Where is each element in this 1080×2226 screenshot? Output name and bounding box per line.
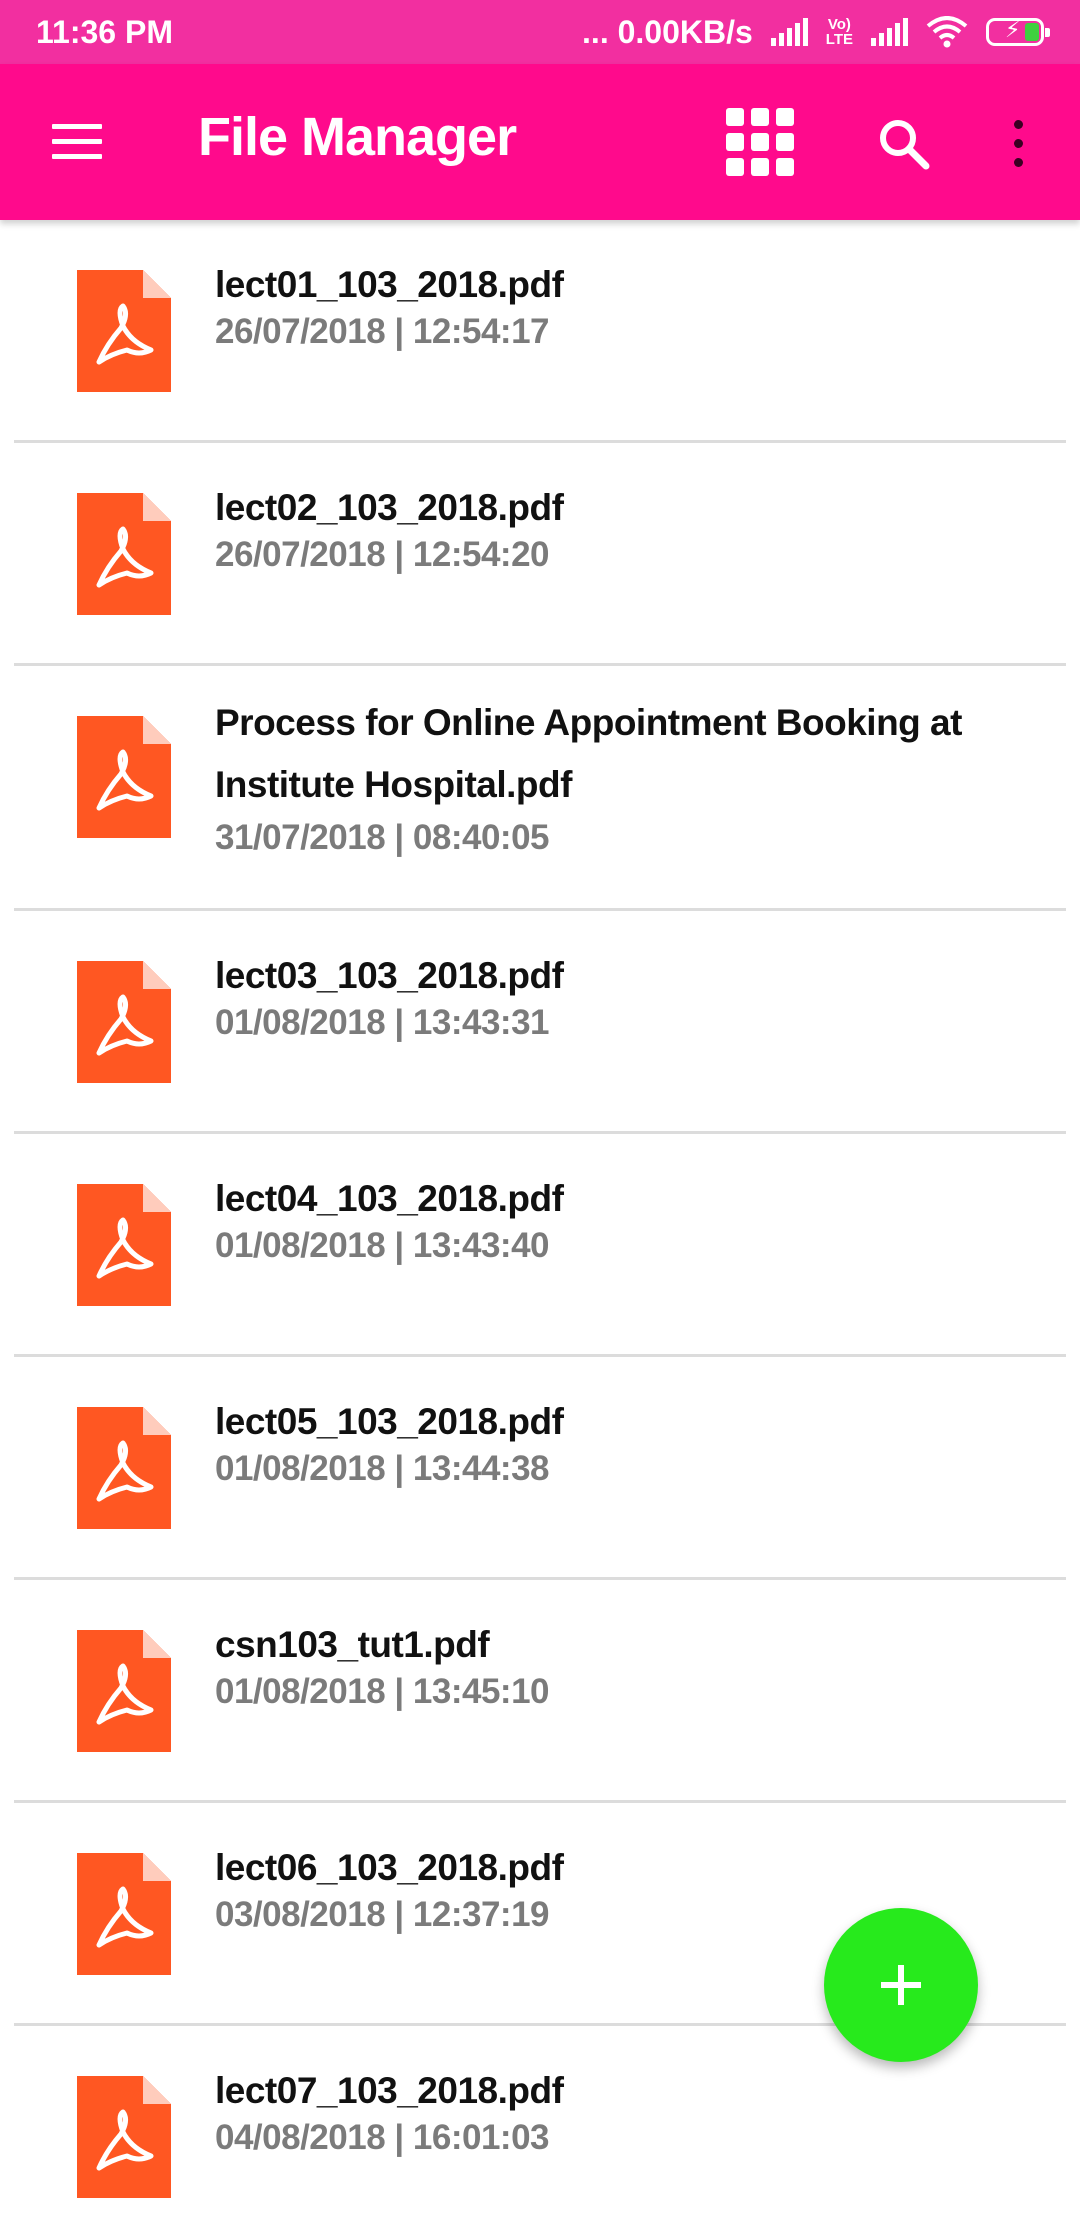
signal-icon-2 [871, 18, 908, 46]
app-bar: File Manager [0, 64, 1080, 220]
status-time: 11:36 PM [36, 13, 173, 50]
file-date: 26/07/2018 | 12:54:17 [215, 312, 550, 351]
grid-view-icon[interactable] [726, 108, 794, 176]
file-name: csn103_tut1.pdf [215, 1624, 490, 1665]
battery-icon: ⚡ [986, 17, 1050, 46]
file-date: 01/08/2018 | 13:43:40 [215, 1226, 550, 1265]
volte-icon: Vo) LTE [825, 16, 853, 48]
search-icon[interactable] [876, 116, 932, 172]
file-item[interactable]: lect02_103_2018.pdf 26/07/2018 | 12:54:2… [14, 443, 1066, 666]
add-button[interactable] [824, 1908, 978, 2062]
file-date: 04/08/2018 | 16:01:03 [215, 2118, 550, 2157]
file-date: 31/07/2018 | 08:40:05 [215, 818, 550, 857]
pdf-file-icon [77, 961, 171, 1083]
pdf-file-icon [77, 270, 171, 392]
status-indicators: ... 0.00KB/s Vo) LTE ⚡ [582, 13, 1050, 51]
file-item[interactable]: csn103_tut1.pdf 01/08/2018 | 13:45:10 [14, 1580, 1066, 1803]
more-vert-icon[interactable] [1010, 120, 1026, 170]
file-name: lect07_103_2018.pdf [215, 2070, 564, 2111]
file-item[interactable]: lect05_103_2018.pdf 01/08/2018 | 13:44:3… [14, 1357, 1066, 1580]
pdf-file-icon [77, 493, 171, 615]
app-title: File Manager [198, 107, 517, 167]
file-name: Process for Online Appointment Booking a… [215, 702, 962, 805]
file-item[interactable]: Process for Online Appointment Booking a… [14, 666, 1066, 911]
menu-icon[interactable] [52, 124, 102, 160]
file-name: lect04_103_2018.pdf [215, 1178, 564, 1219]
file-name: lect05_103_2018.pdf [215, 1401, 564, 1442]
signal-icon [770, 18, 808, 46]
pdf-file-icon [77, 2076, 171, 2198]
file-item[interactable]: lect04_103_2018.pdf 01/08/2018 | 13:43:4… [14, 1134, 1066, 1357]
status-bar: 11:36 PM ... 0.00KB/s Vo) LTE ⚡ [0, 0, 1080, 64]
file-name: lect01_103_2018.pdf [215, 264, 564, 305]
network-speed: ... 0.00KB/s [582, 13, 753, 50]
file-date: 26/07/2018 | 12:54:20 [215, 535, 550, 574]
wifi-icon [926, 16, 968, 48]
file-name: lect03_103_2018.pdf [215, 955, 564, 996]
pdf-file-icon [77, 1853, 171, 1975]
pdf-file-icon [77, 1630, 171, 1752]
file-date: 01/08/2018 | 13:43:31 [215, 1003, 550, 1042]
pdf-file-icon [77, 716, 171, 838]
file-item[interactable]: lect03_103_2018.pdf 01/08/2018 | 13:43:3… [14, 911, 1066, 1134]
plus-icon [881, 1965, 921, 2005]
pdf-file-icon [77, 1184, 171, 1306]
file-date: 01/08/2018 | 13:44:38 [215, 1449, 550, 1488]
file-item[interactable]: lect01_103_2018.pdf 26/07/2018 | 12:54:1… [14, 220, 1066, 443]
file-date: 03/08/2018 | 12:37:19 [215, 1895, 550, 1934]
file-date: 01/08/2018 | 13:45:10 [215, 1672, 550, 1711]
file-name: lect06_103_2018.pdf [215, 1847, 564, 1888]
file-name: lect02_103_2018.pdf [215, 487, 564, 528]
pdf-file-icon [77, 1407, 171, 1529]
